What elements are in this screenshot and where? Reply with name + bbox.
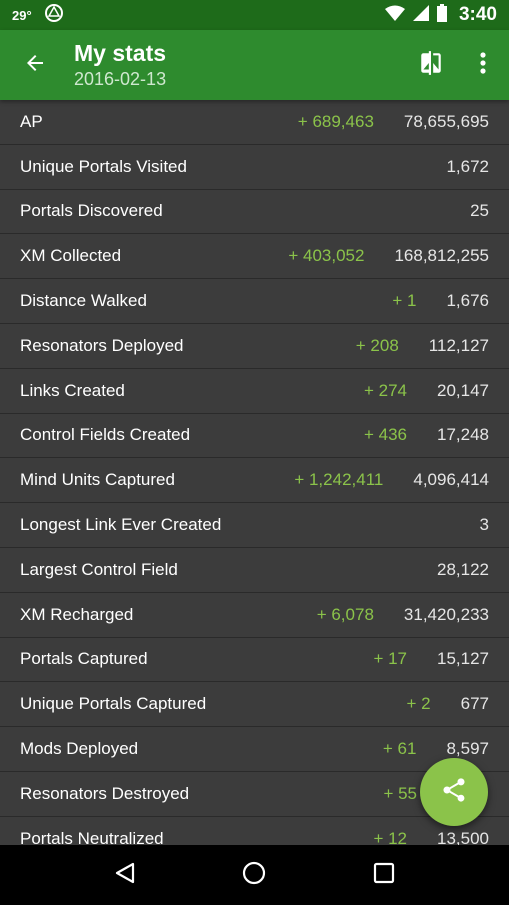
stat-row-largest-control-field[interactable]: Largest Control Field 28,122 <box>0 547 509 593</box>
stat-delta: + 12 <box>373 828 407 845</box>
stat-value: 28,122 <box>437 559 489 579</box>
stat-value: 677 <box>460 694 489 714</box>
stat-row-portals-discovered[interactable]: Portals Discovered 25 <box>0 189 509 235</box>
stat-label: Portals Discovered <box>20 201 163 221</box>
stats-list[interactable]: AP + 689,463 78,655,695 Unique Portals Vi… <box>0 100 509 845</box>
page-subtitle-date: 2016-02-13 <box>74 69 167 89</box>
stat-row-distance-walked[interactable]: Distance Walked + 1 1,676 <box>0 279 509 324</box>
share-icon <box>440 776 468 809</box>
stat-value: 168,812,255 <box>394 246 489 266</box>
stat-row-unique-portals-visited[interactable]: Unique Portals Visited 1,672 <box>0 144 509 190</box>
stat-delta: + 274 <box>363 380 407 400</box>
stat-value: 8,597 <box>446 739 489 759</box>
stat-delta: + 17 <box>373 649 407 669</box>
stat-value: 4,096,414 <box>413 470 489 490</box>
stat-label: Largest Control Field <box>20 559 178 579</box>
stat-value: 20,147 <box>437 380 489 400</box>
stat-value: 1,676 <box>446 291 489 311</box>
stat-delta: + 403,052 <box>288 246 365 266</box>
stat-label: Resonators Destroyed <box>20 783 190 803</box>
temperature-text: 29° <box>12 7 32 23</box>
stat-value: 112,127 <box>428 335 489 355</box>
overflow-menu-button[interactable] <box>457 30 509 100</box>
stat-value: 17,248 <box>437 425 489 445</box>
share-button[interactable] <box>420 758 488 826</box>
back-triangle-icon <box>113 861 137 890</box>
back-button[interactable] <box>0 30 70 100</box>
stat-row-mind-units-captured[interactable]: Mind Units Captured + 1,242,411 4,096,414 <box>0 458 509 504</box>
stat-label: XM Collected <box>20 246 122 266</box>
ingress-icon <box>44 3 64 28</box>
stat-value: 78,655,695 <box>403 111 489 131</box>
stat-value: 1,672 <box>446 156 489 176</box>
stat-label: Mods Deployed <box>20 739 139 759</box>
stat-delta: + 2 <box>406 694 431 714</box>
stat-delta: + 55 <box>383 783 417 803</box>
stat-label: Mind Units Captured <box>20 470 175 490</box>
stat-value: 3 <box>479 515 489 535</box>
stat-value: 13,500 <box>437 828 489 845</box>
stat-label: Links Created <box>20 380 125 400</box>
app-bar: My stats 2016-02-13 <box>0 30 509 100</box>
stat-label: XM Recharged <box>20 604 134 624</box>
nav-home-button[interactable] <box>224 845 284 905</box>
compare-icon <box>418 50 444 81</box>
signal-icon <box>412 4 429 26</box>
recents-square-icon <box>373 862 395 889</box>
stat-row-control-fields-created[interactable]: Control Fields Created + 436 17,248 <box>0 413 509 459</box>
stat-value: 31,420,233 <box>403 604 489 624</box>
stat-label: Longest Link Ever Created <box>20 515 222 535</box>
stat-row-unique-portals-captured[interactable]: Unique Portals Captured + 2 677 <box>0 682 509 728</box>
stat-label: Unique Portals Captured <box>20 694 207 714</box>
stat-row-xm-collected[interactable]: XM Collected + 403,052 168,812,255 <box>0 234 509 280</box>
stat-delta: + 1 <box>392 291 417 311</box>
stat-label: Unique Portals Visited <box>20 156 187 176</box>
stat-delta: + 689,463 <box>297 111 374 131</box>
stat-row-longest-link[interactable]: Longest Link Ever Created 3 <box>0 503 509 548</box>
stat-row-xm-recharged[interactable]: XM Recharged + 6,078 31,420,233 <box>0 592 509 638</box>
status-bar: 29° 3:40 <box>0 0 509 30</box>
stat-delta: + 436 <box>363 425 407 445</box>
stat-label: Portals Neutralized <box>20 828 164 845</box>
title-block: My stats 2016-02-13 <box>70 39 166 91</box>
stat-row-portals-neutralized[interactable]: Portals Neutralized + 12 13,500 <box>0 816 509 845</box>
wifi-icon <box>384 5 405 26</box>
home-circle-icon <box>241 860 267 891</box>
compare-button[interactable] <box>405 30 457 100</box>
stat-row-portals-captured[interactable]: Portals Captured + 17 15,127 <box>0 637 509 683</box>
stat-label: Portals Captured <box>20 649 148 669</box>
page-title: My stats <box>74 40 167 66</box>
stat-label: Control Fields Created <box>20 425 191 445</box>
overflow-menu-icon <box>480 51 486 79</box>
system-nav-bar <box>0 845 509 905</box>
stat-delta: + 6,078 <box>316 604 374 624</box>
stat-value: 15,127 <box>437 649 489 669</box>
battery-icon <box>436 3 447 27</box>
nav-recents-button[interactable] <box>354 845 414 905</box>
stat-label: Resonators Deployed <box>20 335 184 355</box>
stat-label: Distance Walked <box>20 291 147 311</box>
stat-row-ap[interactable]: AP + 689,463 78,655,695 <box>0 100 509 145</box>
stat-row-resonators-deployed[interactable]: Resonators Deployed + 208 112,127 <box>0 323 509 369</box>
stat-label: AP <box>20 111 43 131</box>
stat-delta: + 61 <box>382 739 417 759</box>
nav-back-button[interactable] <box>95 845 155 905</box>
stat-value: 25 <box>470 201 489 221</box>
stat-delta: + 1,242,411 <box>294 470 384 490</box>
stat-delta: + 208 <box>355 335 399 355</box>
back-arrow-icon <box>23 51 47 80</box>
clock-text: 3:40 <box>458 4 497 25</box>
stat-row-links-created[interactable]: Links Created + 274 20,147 <box>0 368 509 414</box>
